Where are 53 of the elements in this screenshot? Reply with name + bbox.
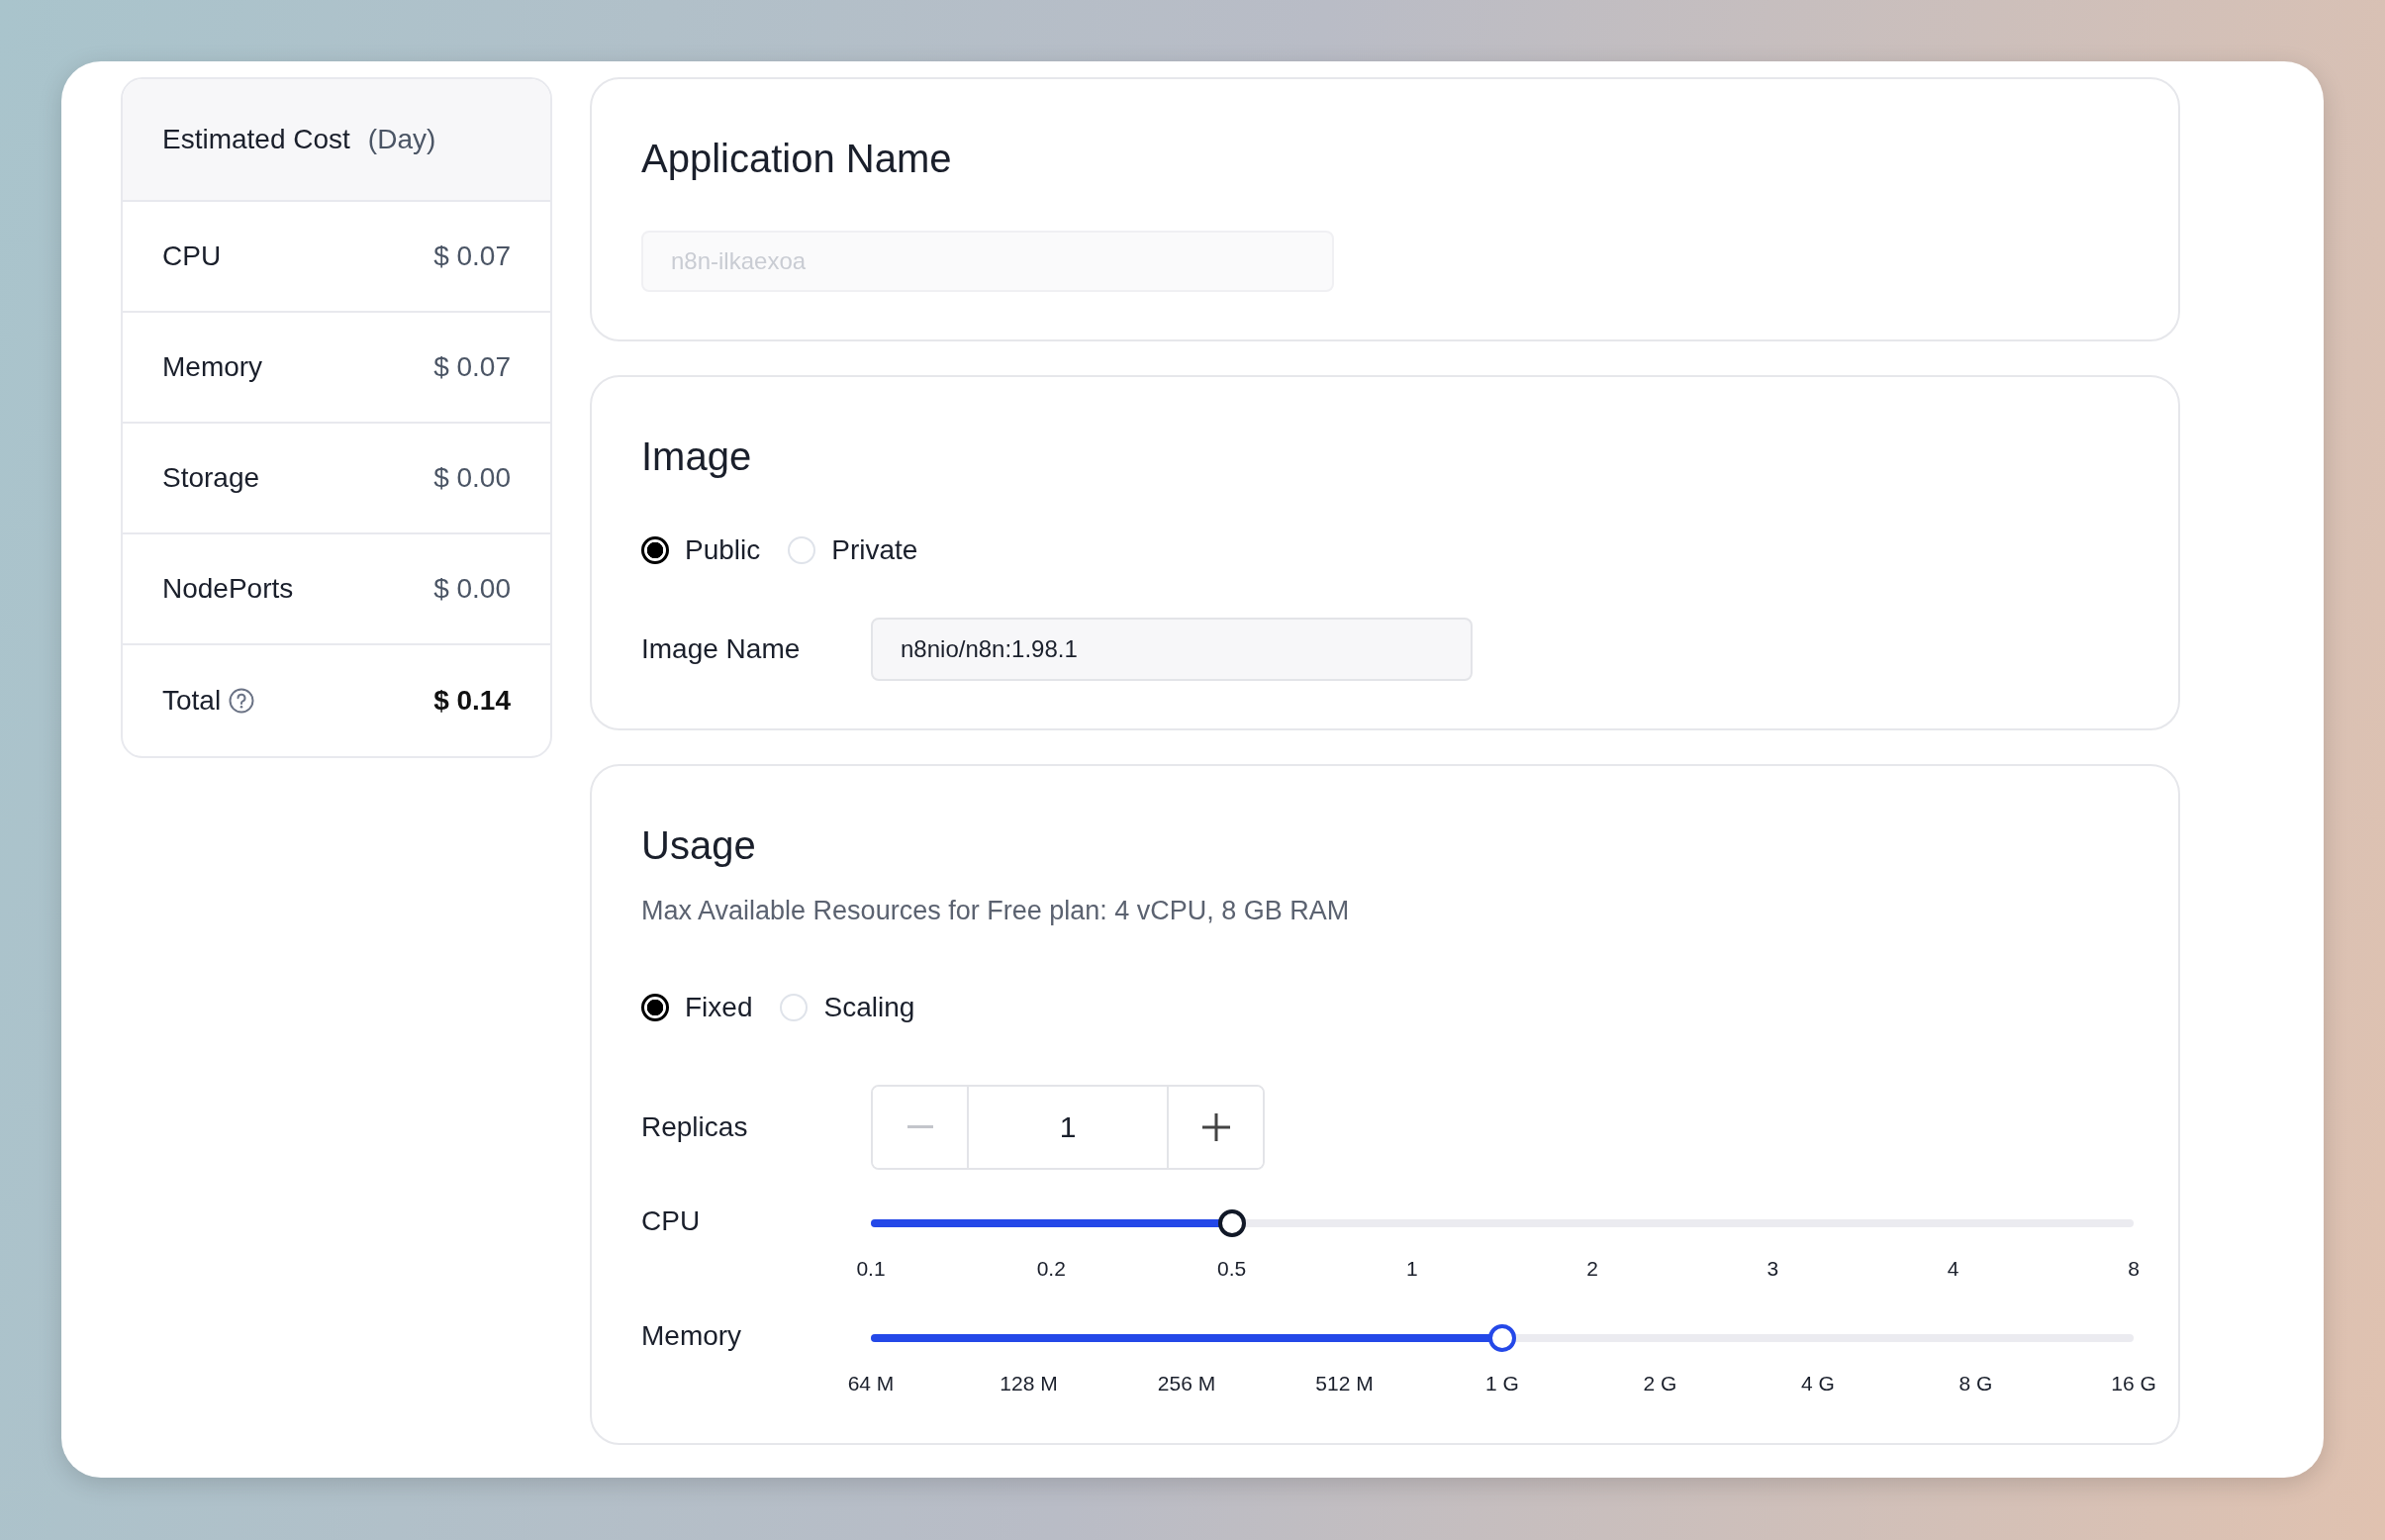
cost-label: CPU	[162, 241, 222, 272]
slider[interactable]	[871, 1324, 2134, 1352]
tick-label: 1 G	[1485, 1372, 1519, 1396]
tick-label: 1	[1406, 1257, 1418, 1281]
radio-option[interactable]: Fixed	[641, 992, 753, 1023]
plan-note: Max Available Resources for Free plan: 4 vCPU, 8 GB RAM	[641, 896, 1351, 926]
section-title: Usage	[641, 823, 757, 868]
section-title: Image	[641, 434, 753, 479]
period-label: (Day)	[367, 124, 436, 155]
radio-option[interactable]: Private	[788, 534, 918, 566]
total-label: Total	[162, 685, 222, 717]
tick-label: 0.5	[1216, 1257, 1247, 1281]
field-label: Replicas	[641, 1111, 749, 1143]
radio-option[interactable]: Public	[641, 534, 761, 566]
slider-label: Memory	[641, 1320, 743, 1352]
tick-label: 128 M	[1000, 1372, 1058, 1396]
tick-label: 3	[1766, 1257, 1779, 1281]
total-value: $ 0.14	[433, 685, 511, 717]
tick-label: 64 M	[847, 1372, 895, 1396]
plus-icon	[1201, 1113, 1230, 1141]
tick-label: 512 M	[1315, 1372, 1374, 1396]
cost-value: $ 0.07	[433, 351, 511, 383]
help-icon[interactable]	[229, 688, 255, 714]
panel-title: Estimated Cost	[162, 124, 350, 155]
cost-value: $ 0.07	[433, 241, 511, 272]
slider[interactable]	[871, 1209, 2134, 1237]
tick-label: 2 G	[1643, 1372, 1677, 1396]
minus-icon	[906, 1125, 933, 1129]
tick-label: 256 M	[1157, 1372, 1216, 1396]
radio-button[interactable]	[641, 536, 669, 564]
slider-track[interactable]	[871, 1334, 2134, 1342]
slider-thumb[interactable]	[1488, 1324, 1516, 1352]
cost-value: $ 0.00	[433, 573, 511, 605]
tick-label: 2	[1586, 1257, 1598, 1281]
tick-label: 0.1	[856, 1257, 886, 1281]
tick-label: 16 G	[2111, 1372, 2156, 1396]
tick-label: 4	[1947, 1257, 1959, 1281]
radio-option[interactable]: Scaling	[780, 992, 915, 1023]
cost-value: $ 0.00	[433, 462, 511, 494]
cost-label: Storage	[162, 462, 260, 494]
cost-label: NodePorts	[162, 573, 294, 605]
slider-label: CPU	[641, 1205, 702, 1237]
tick-label: 8	[2128, 1257, 2140, 1281]
tick-label: 8 G	[1958, 1372, 1993, 1396]
slider-thumb[interactable]	[1217, 1209, 1246, 1237]
cost-label: Memory	[162, 351, 263, 383]
image-name-field[interactable]: n8nio/n8n:1.98.1	[871, 618, 1473, 681]
radio-button[interactable]	[641, 994, 669, 1021]
tick-label: 0.2	[1036, 1257, 1066, 1281]
tick-label: 4 G	[1801, 1372, 1835, 1396]
field-label: Image Name	[641, 633, 802, 665]
slider-track[interactable]	[871, 1219, 2134, 1227]
section-title: Application Name	[641, 137, 953, 181]
